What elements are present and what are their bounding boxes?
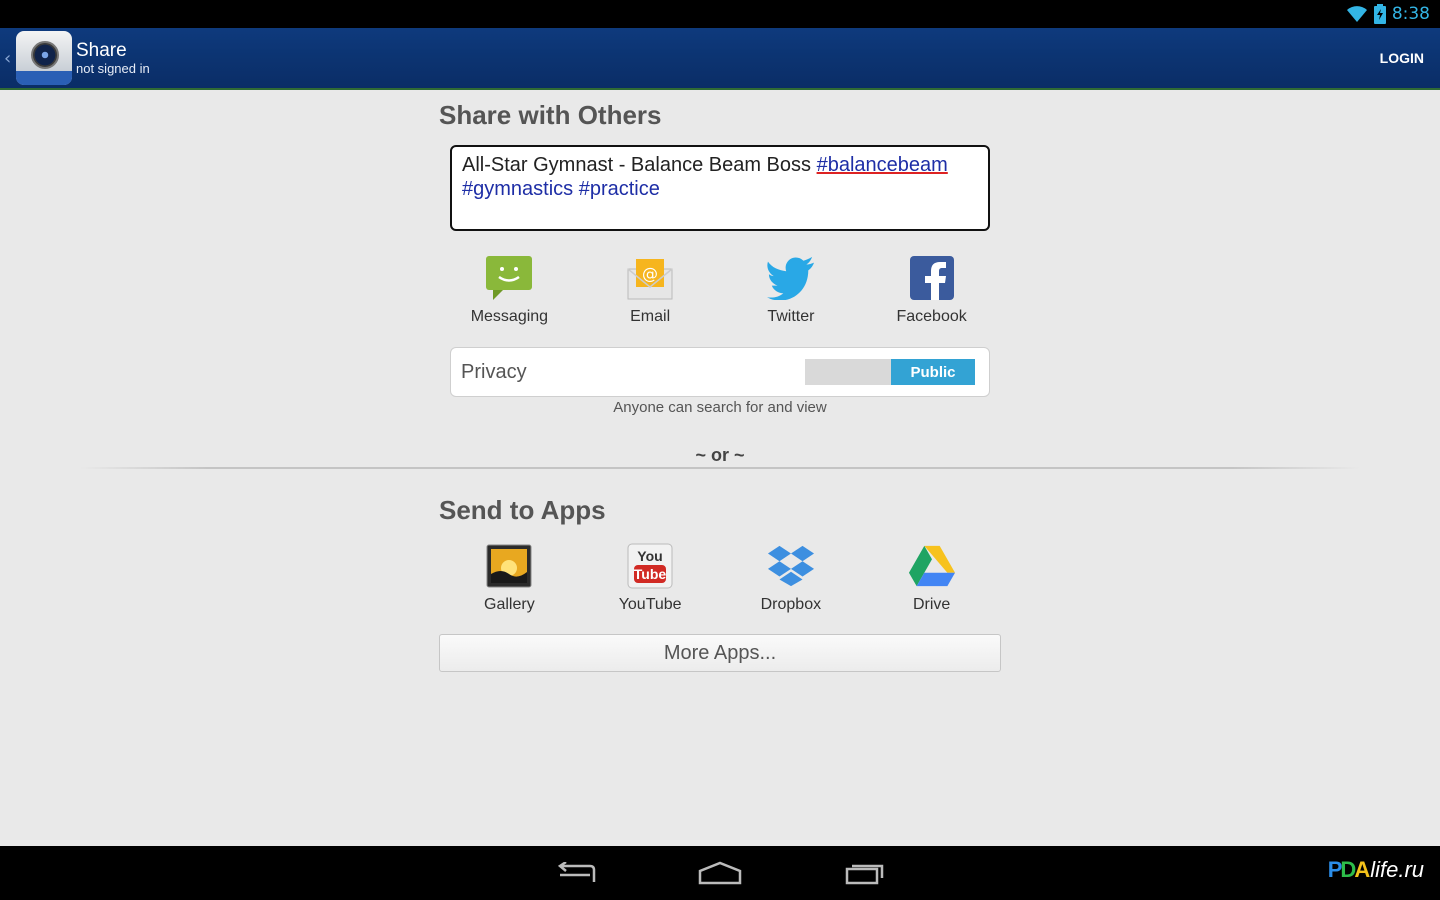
share-target-twitter[interactable]: Twitter (721, 254, 862, 326)
app-label: YouTube (618, 596, 682, 613)
privacy-description: Anyone can search for and view (613, 399, 827, 416)
wifi-icon (1346, 5, 1368, 23)
camera-app-icon[interactable] (16, 31, 72, 85)
apps-row: Gallery You Tube YouTube Dropbox Drive (439, 542, 1002, 614)
messaging-icon (485, 254, 533, 302)
svg-text:Tube: Tube (634, 566, 667, 582)
watermark-text: life.ru (1370, 857, 1424, 882)
battery-icon (1373, 4, 1386, 24)
main-content: Share with Others All-Star Gymnast - Bal… (0, 90, 1440, 846)
drive-icon (908, 542, 956, 590)
page-subtitle: not signed in (76, 60, 150, 76)
app-label: Gallery (484, 596, 535, 613)
svg-text:You: You (637, 548, 662, 564)
navigation-bar: PDA life.ru (0, 846, 1440, 900)
action-bar-title-block: Share not signed in (76, 40, 150, 77)
app-youtube[interactable]: You Tube YouTube (580, 542, 721, 614)
hashtag: #balancebeam (816, 154, 948, 176)
home-icon[interactable] (690, 856, 750, 890)
app-gallery[interactable]: Gallery (439, 542, 580, 614)
youtube-icon: You Tube (626, 542, 674, 590)
share-target-label: Messaging (470, 308, 549, 325)
share-target-messaging[interactable]: Messaging (439, 254, 580, 326)
twitter-icon (766, 254, 815, 302)
hashtag: #gymnastics (462, 178, 574, 200)
share-message-input[interactable]: All-Star Gymnast - Balance Beam Boss #ba… (450, 145, 990, 231)
privacy-row: Privacy Public (450, 347, 990, 397)
privacy-label: Privacy (461, 360, 527, 383)
recent-apps-icon[interactable] (835, 856, 895, 890)
facebook-icon (908, 254, 956, 302)
more-apps-button[interactable]: More Apps... (439, 634, 1001, 672)
share-target-email[interactable]: @ Email (580, 254, 721, 326)
share-target-label: Facebook (896, 308, 967, 325)
app-drive[interactable]: Drive (861, 542, 1002, 614)
app-label: Drive (912, 596, 951, 613)
share-target-facebook[interactable]: Facebook (861, 254, 1002, 326)
share-targets-row: Messaging @ Email Twitter Facebook (439, 254, 1002, 326)
or-separator: ~ or ~ (695, 445, 745, 465)
divider (80, 467, 1360, 469)
hashtag: #practice (578, 178, 660, 200)
share-message-text: All-Star Gymnast - Balance Beam Boss (462, 154, 817, 176)
page-title: Share (76, 39, 127, 61)
share-section-title: Share with Others (439, 100, 662, 130)
clock: 8:38 (1391, 4, 1430, 24)
share-target-label: Twitter (767, 308, 815, 325)
watermark: PDA life.ru (1328, 848, 1424, 892)
svg-text:@: @ (642, 264, 658, 283)
gallery-icon (485, 542, 533, 590)
login-button[interactable]: LOGIN (1380, 50, 1424, 66)
app-label: Dropbox (760, 596, 822, 613)
up-chevron-icon[interactable]: ‹ (4, 48, 14, 69)
share-target-label: Email (630, 308, 671, 325)
email-icon: @ (626, 254, 674, 302)
apps-section-title: Send to Apps (439, 495, 606, 525)
app-dropbox[interactable]: Dropbox (721, 542, 862, 614)
status-bar: 8:38 (0, 0, 1440, 28)
privacy-toggle-value: Public (891, 359, 975, 385)
privacy-toggle[interactable]: Public (805, 359, 975, 385)
dropbox-icon (767, 542, 815, 590)
back-icon[interactable] (546, 856, 606, 890)
action-bar: ‹ Share not signed in LOGIN (0, 28, 1440, 90)
watermark-logo: PDA (1327, 857, 1370, 882)
